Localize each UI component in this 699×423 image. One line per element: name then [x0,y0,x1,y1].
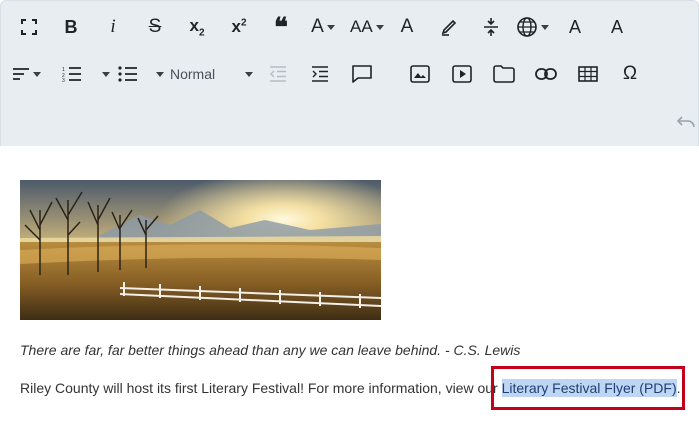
ordered-list-icon: 123 [62,67,81,82]
italic-button[interactable]: i [98,7,128,47]
spellcheck-icon: A [610,16,623,37]
editor-content[interactable]: There are far, far better things ahead t… [0,146,699,423]
chevron-down-icon [541,24,549,30]
line-height-icon [484,18,498,36]
bold-button[interactable]: B [56,7,86,47]
align-left-icon [12,68,29,80]
sunset-field-picture [20,180,381,320]
text-color-icon: A [400,16,414,37]
folder-icon [493,65,515,83]
insert-link-button[interactable] [531,54,561,94]
quote-icon: ❝ [274,11,288,42]
insert-table-button[interactable] [573,54,603,94]
omega-icon: Ω [622,63,638,84]
paragraph-text: Riley County will host its first Literar… [20,380,502,396]
chevron-down-icon [32,71,41,77]
outdent-icon [270,66,286,82]
outdent-button[interactable] [263,54,293,94]
bullet-list-button[interactable] [113,54,143,94]
table-icon [578,66,598,82]
image-icon [410,65,430,83]
paragraph-format-value: Normal [170,66,216,82]
insert-video-button[interactable] [447,54,477,94]
quote-text[interactable]: There are far, far better things ahead t… [20,342,520,358]
link-icon [535,68,557,80]
indent-button[interactable] [305,54,335,94]
language-button[interactable] [516,7,549,47]
italic-icon: i [110,16,116,37]
superscript-icon: x2 [231,17,247,36]
fullscreen-icon [21,19,37,35]
highlighter-icon [441,19,457,36]
chevron-down-icon [245,72,253,77]
paragraph-period: . [676,380,681,396]
insert-image-button[interactable] [405,54,435,94]
chevron-down-icon [101,71,110,77]
ordered-list-button[interactable]: 123 [57,54,87,94]
editor-toolbar: B i S x2 x2 ❝ A AA A A A 123 Normal Ω [0,0,699,146]
landscape-image[interactable] [20,180,381,320]
undo-icon [676,116,695,128]
font-size-button[interactable]: AA [350,7,384,47]
clear-format-button[interactable]: A [560,7,590,47]
font-family-icon: A [311,16,324,37]
undo-button[interactable] [673,109,699,135]
flyer-link[interactable]: Literary Festival Flyer (PDF) [501,379,677,397]
paragraph-format-select[interactable]: Normal [161,54,259,94]
font-size-icon: AA [350,17,373,36]
indent-icon [312,66,328,82]
globe-icon [517,17,537,37]
comment-icon [352,65,372,83]
strikethrough-icon: S [148,16,162,37]
subscript-button[interactable]: x2 [182,7,212,47]
superscript-button[interactable]: x2 [224,7,254,47]
insert-file-button[interactable] [489,54,519,94]
chevron-down-icon [326,24,335,30]
bold-icon: B [64,16,78,37]
toolbar-row-2: 123 Normal Ω [1,54,699,94]
comment-button[interactable] [347,54,377,94]
text-color-button[interactable]: A [392,7,422,47]
clear-format-icon: A [568,16,581,37]
highlight-button[interactable] [434,7,464,47]
video-icon [452,65,472,83]
subscript-icon: x2 [189,15,205,39]
spellcheck-button[interactable]: A [602,7,632,47]
svg-text:3: 3 [62,78,65,82]
bullet-list-icon [118,66,137,82]
strikethrough-button[interactable]: S [140,7,170,47]
blockquote-button[interactable]: ❝ [266,7,296,47]
font-family-button[interactable]: A [308,7,338,47]
fullscreen-button[interactable] [14,7,44,47]
chevron-down-icon [375,24,384,30]
special-char-button[interactable]: Ω [615,54,645,94]
toolbar-row-1: B i S x2 x2 ❝ A AA A A A [1,7,699,47]
align-button[interactable] [11,54,41,94]
line-height-button[interactable] [476,7,506,47]
festival-paragraph[interactable]: Riley County will host its first Literar… [20,379,681,397]
